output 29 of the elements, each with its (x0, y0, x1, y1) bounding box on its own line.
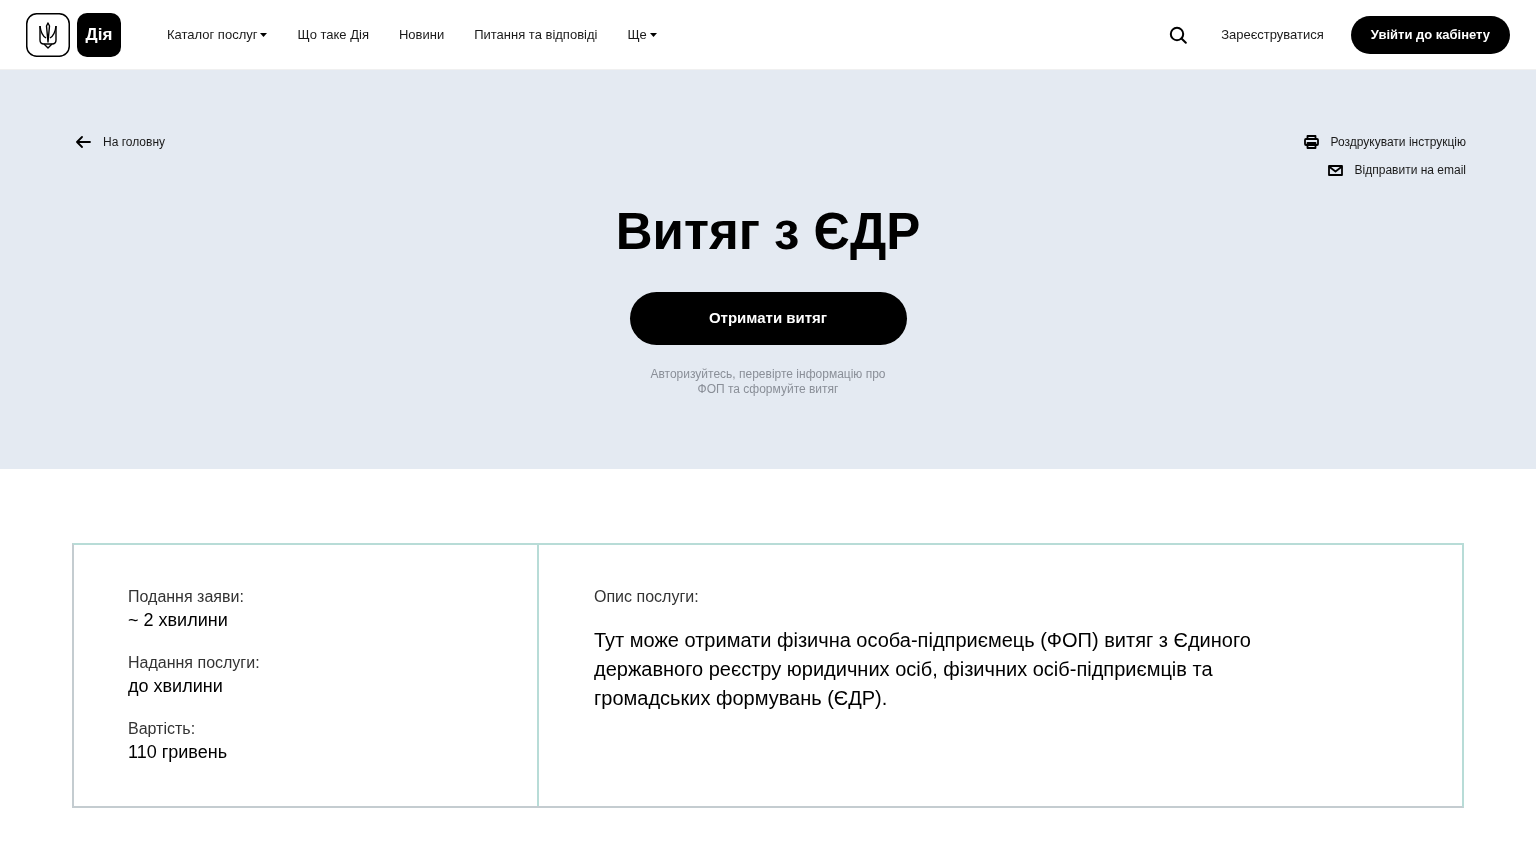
search-icon[interactable] (1169, 25, 1188, 44)
caret-down-icon (260, 32, 268, 37)
back-link[interactable]: На головну (70, 132, 171, 152)
description-label: Опис послуги: (594, 587, 699, 607)
fact-value: до хвилини (128, 675, 223, 698)
fact-label: Надання послуги: (128, 653, 260, 673)
nav-dropdown[interactable]: Каталог послуг (167, 24, 268, 45)
print-instruction-link[interactable]: Роздрукувати інструкцію (1303, 132, 1466, 152)
nav-link[interactable]: Питання та відповіді (474, 24, 598, 45)
app-logo[interactable]: Дія (77, 12, 121, 57)
printer-icon (1303, 135, 1319, 149)
caret-down-icon (649, 32, 657, 37)
register-link[interactable]: Зареєструватися (1221, 24, 1324, 45)
nav-link[interactable]: Що таке Дія (297, 24, 369, 45)
fact-value: 110 гривень (128, 741, 228, 764)
login-button[interactable]: Увійти до кабінету (1350, 15, 1510, 54)
fact-label: Вартість: (128, 719, 196, 739)
trident-logo-icon[interactable] (26, 12, 70, 57)
get-extract-button[interactable]: Отримати витяг (629, 292, 907, 345)
fact-value: ~ 2 хвилини (128, 609, 228, 632)
hint-text: Авторизуйтесь, перевірте інформацію про ФОП та сформуйте витяг (649, 367, 887, 397)
arrow-left-icon (76, 136, 91, 148)
description-text: Тут може отримати фізична особа-підприємець (ФОП) витяг з Єдиного державного реєстру юридичних осіб, фізичних осіб-підприємців та громадських формувань (ЄДР). (594, 628, 1252, 711)
nav-dropdown[interactable]: Ще (627, 24, 657, 45)
nav-link[interactable]: Новини (398, 24, 445, 45)
envelope-icon (1327, 164, 1343, 176)
page-title: Витяг з ЄДР (615, 202, 921, 262)
fact-label: Подання заяви: (128, 587, 244, 607)
send-email-link[interactable]: Відправити на email (1327, 160, 1466, 180)
